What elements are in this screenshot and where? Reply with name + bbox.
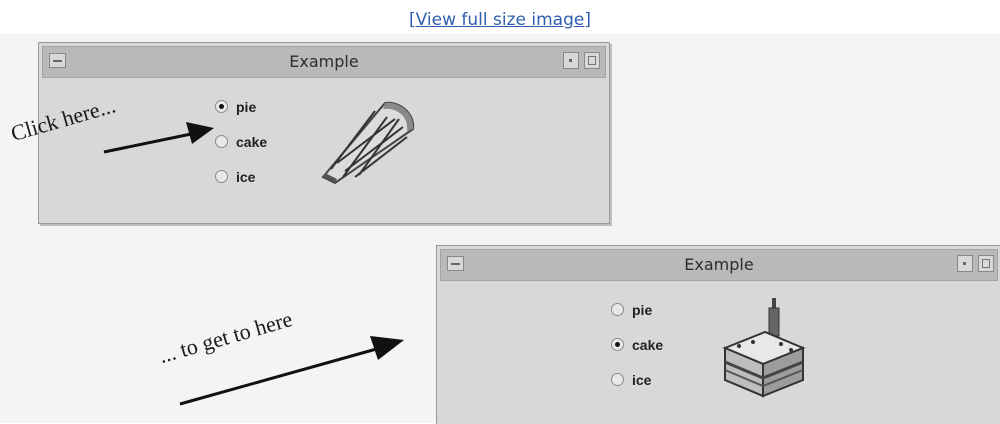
arrow-to-cake-icon: [103, 122, 214, 154]
arrow-to-window-icon: [179, 336, 404, 406]
arrow-icons: [103, 122, 404, 406]
